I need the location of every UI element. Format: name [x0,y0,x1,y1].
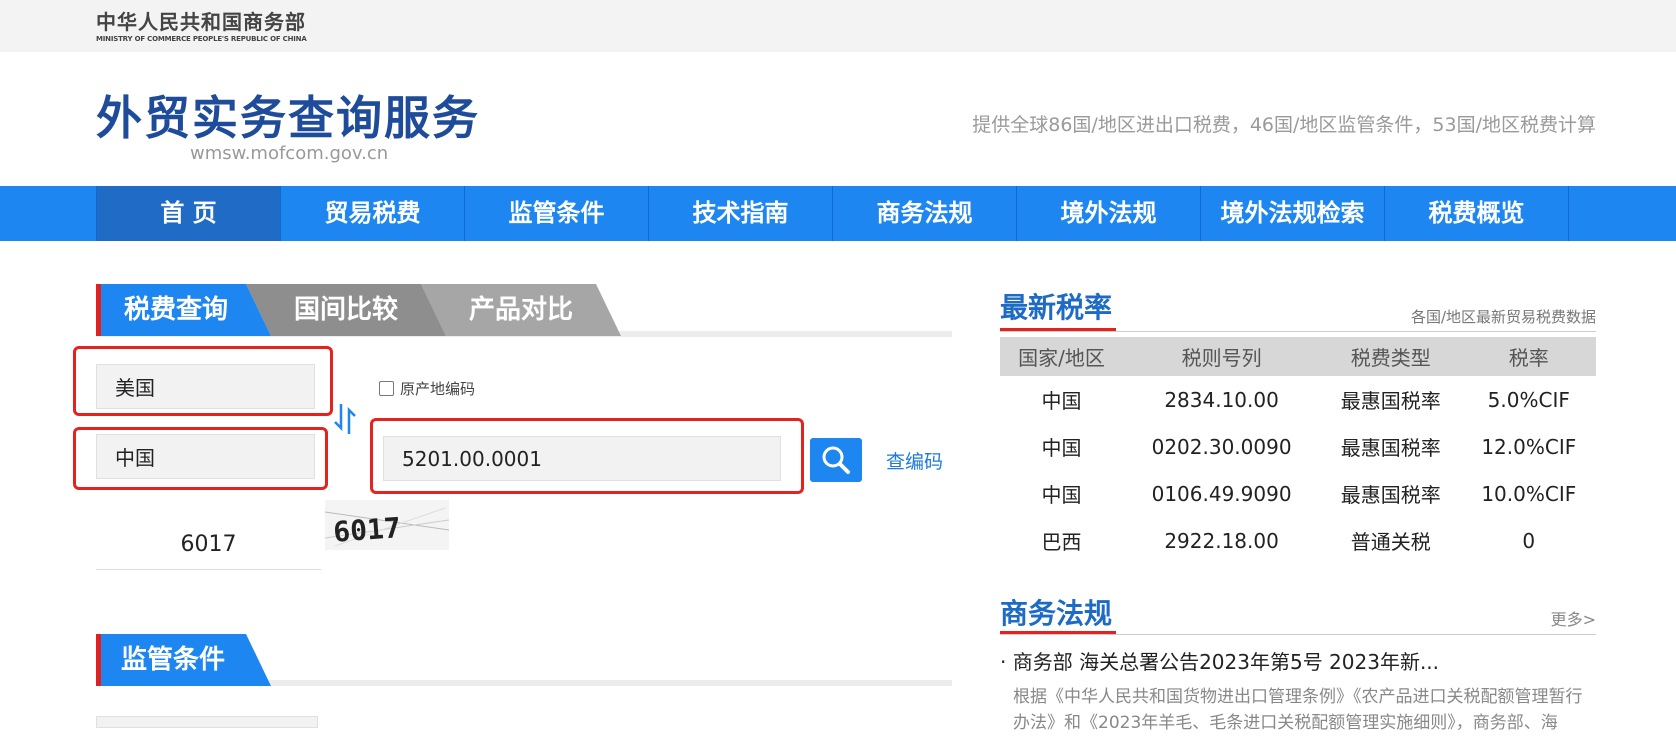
col-rate: 税率 [1461,337,1596,376]
cell-rate: 0 [1522,528,1536,553]
cell-rate: 5.0%CIF [1487,387,1570,412]
nav-item-foreign-law[interactable]: 境外法规 [1017,186,1201,241]
regulations-title-underline [1000,631,1116,634]
site-domain: wmsw.mofcom.gov.cn [190,143,389,164]
latest-rates-table: 国家/地区 税则号列 税费类型 税率 中国 2834.10.00 最惠国税率 5… [1000,337,1596,564]
cell-rate: 10.0%CIF [1481,481,1577,506]
nav-item-trade-tax[interactable]: 贸易税费 [281,186,465,241]
lookup-code-link[interactable]: 查编码 [886,447,943,474]
highlight-from-country [73,346,333,416]
nav-item-regulatory[interactable]: 监管条件 [465,186,649,241]
regulations-title: 商务法规 [1000,597,1113,630]
search-icon [822,446,850,474]
cell-tax-type: 普通关税 [1350,530,1431,554]
table-row[interactable]: 中国 2834.10.00 最惠国税率 5.0%CIF [1000,376,1596,423]
site-title: 外贸实务查询服务 [96,91,480,145]
latest-rates-rule [1000,331,1596,332]
cell-tariff-line: 2922.18.00 [1164,528,1279,553]
table-row[interactable]: 巴西 2922.18.00 普通关税 0 [1000,517,1596,564]
cell-tariff-line: 2834.10.00 [1164,387,1279,412]
origin-code-label: 原产地编码 [400,380,476,398]
regulation-item-desc: 根据《中华人民共和国货物进出口管理条例》《农产品进口关税配额管理暂行办法》和《2… [1013,687,1583,733]
regulation-item-title[interactable]: · 商务部 海关总署公告2023年第5号 2023年新... [1000,646,1439,675]
tab-tax-query[interactable]: 税费查询 [96,284,271,336]
highlight-hs-code [370,418,804,494]
captcha-image[interactable]: 6017 [325,500,449,550]
col-tariff-line: 税则号列 [1123,337,1321,376]
search-button[interactable] [810,438,862,482]
cell-rate: 12.0%CIF [1481,434,1577,459]
table-row[interactable]: 中国 0106.49.9090 最惠国税率 10.0%CIF [1000,470,1596,517]
nav-item-foreign-law-search[interactable]: 境外法规检索 [1201,186,1385,241]
ministry-name-en: MINISTRY OF COMMERCE PEOPLE'S REPUBLIC O… [96,35,307,43]
origin-code-option[interactable]: 原产地编码 [379,378,475,399]
cell-country: 中国 [1041,389,1082,413]
latest-rates-title-underline [1000,328,1116,331]
cell-country: 中国 [1041,483,1082,507]
nav-item-tax-overview[interactable]: 税费概览 [1385,186,1569,241]
top-bar: 中华人民共和国商务部 MINISTRY OF COMMERCE PEOPLE'S… [0,0,1676,52]
cell-tariff-line: 0106.49.9090 [1151,481,1292,506]
cell-country: 中国 [1041,436,1082,460]
highlight-to-country [73,427,328,490]
query-tabs: 产品对比 国间比较 税费查询 [96,284,952,336]
swap-icon[interactable] [333,402,357,436]
tab-country-compare[interactable]: 国间比较 [246,284,446,336]
regulatory-input[interactable] [96,716,318,728]
col-tax-type: 税费类型 [1320,337,1462,376]
origin-code-checkbox[interactable] [379,381,394,396]
nav-item-tech-guide[interactable]: 技术指南 [649,186,833,241]
section-regulatory-title[interactable]: 监管条件 [96,634,271,686]
ministry-name-cn: 中华人民共和国商务部 [96,10,306,34]
main-nav: 首 页 贸易税费 监管条件 技术指南 商务法规 境外法规 境外法规检索 税费概览 [0,186,1676,241]
ministry-logo[interactable]: 中华人民共和国商务部 MINISTRY OF COMMERCE PEOPLE'S… [96,6,307,43]
cell-tariff-line: 0202.30.0090 [1151,434,1292,459]
nav-item-commerce-law[interactable]: 商务法规 [833,186,1017,241]
cell-tax-type: 最惠国税率 [1340,389,1441,413]
nav-item-home[interactable]: 首 页 [97,186,281,241]
cell-country: 巴西 [1041,530,1082,554]
table-row[interactable]: 中国 0202.30.0090 最惠国税率 12.0%CIF [1000,423,1596,470]
site-slogan: 提供全球86国/地区进出口税费，46国/地区监管条件，53国/地区税费计算 [972,114,1596,136]
captcha-input[interactable]: 6017 [96,520,321,570]
tab-product-compare[interactable]: 产品对比 [421,284,621,336]
captcha-text: 6017 [332,511,402,549]
cell-tax-type: 最惠国税率 [1340,483,1441,507]
cell-tax-type: 最惠国税率 [1340,436,1441,460]
latest-rates-subtitle[interactable]: 各国/地区最新贸易税费数据 [1411,306,1596,327]
regulations-more-link[interactable]: 更多> [1551,606,1596,630]
latest-rates-title: 最新税率 [1000,291,1113,324]
regulations-rule [1000,634,1596,635]
col-country: 国家/地区 [1000,337,1124,376]
